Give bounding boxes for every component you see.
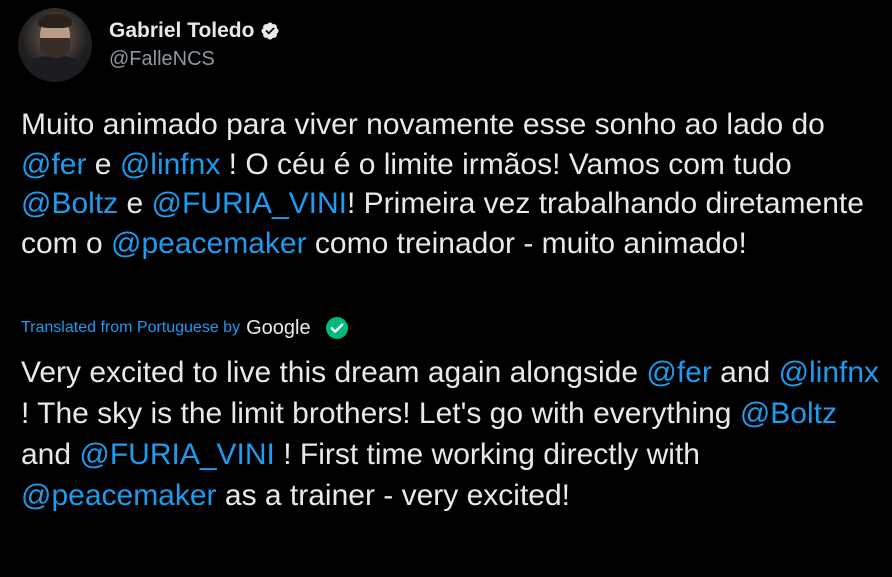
translation-text-segment: ! First time working directly with: [274, 438, 700, 471]
original-mention-link[interactable]: @peacemaker: [111, 227, 307, 260]
name-row: Gabriel Toledo: [109, 18, 280, 44]
tweet-text-translation: Very excited to live this dream again al…: [21, 352, 881, 516]
avatar-beard-shape: [40, 38, 70, 58]
original-text-segment: e: [118, 187, 152, 220]
avatar-body-shape: [24, 56, 86, 82]
original-mention-link[interactable]: @Boltz: [21, 187, 118, 220]
translated-from-label[interactable]: Translated from Portuguese by: [21, 319, 240, 337]
translation-mention-link[interactable]: @fer: [646, 356, 711, 389]
original-mention-link[interactable]: @FURIA_VINI: [152, 187, 347, 220]
author-display-name[interactable]: Gabriel Toledo: [109, 18, 254, 44]
translation-text-segment: and: [711, 356, 779, 389]
translation-mention-link[interactable]: @peacemaker: [21, 479, 217, 512]
tweet-header: Gabriel Toledo @FalleNCS: [18, 8, 280, 82]
original-text-segment: Muito animado para viver novamente esse …: [21, 108, 825, 141]
google-logo: Google: [246, 316, 311, 339]
translation-text-segment: ! The sky is the limit brothers! Let's g…: [21, 397, 740, 430]
translation-mention-link[interactable]: @linfnx: [779, 356, 880, 389]
original-text-segment: como treinador - muito animado!: [306, 226, 747, 260]
avatar[interactable]: [18, 8, 92, 82]
original-mention-link[interactable]: @fer: [21, 148, 86, 181]
verified-badge-icon[interactable]: [260, 21, 280, 41]
translation-mention-link[interactable]: @Boltz: [740, 397, 837, 430]
author-names: Gabriel Toledo @FalleNCS: [109, 18, 280, 72]
translation-text-segment: Very excited to live this dream again al…: [21, 356, 647, 389]
translation-attribution: Translated from Portuguese by Google: [21, 316, 349, 340]
original-mention-link[interactable]: @linfnx: [120, 148, 221, 181]
tweet-text-original: Muito animado para viver novamente esse …: [21, 105, 881, 263]
translation-mention-link[interactable]: @FURIA_VINI: [79, 438, 274, 471]
original-text-segment: ! O céu é o limite irmãos! Vamos com tud…: [220, 147, 792, 181]
author-handle[interactable]: @FalleNCS: [109, 46, 280, 72]
translation-text-segment: as a trainer - very excited!: [216, 479, 571, 512]
translation-text-segment: and: [21, 438, 80, 471]
avatar-hair-shape: [38, 14, 72, 28]
check-circle-icon: [325, 317, 348, 339]
original-text-segment: e: [86, 147, 120, 181]
